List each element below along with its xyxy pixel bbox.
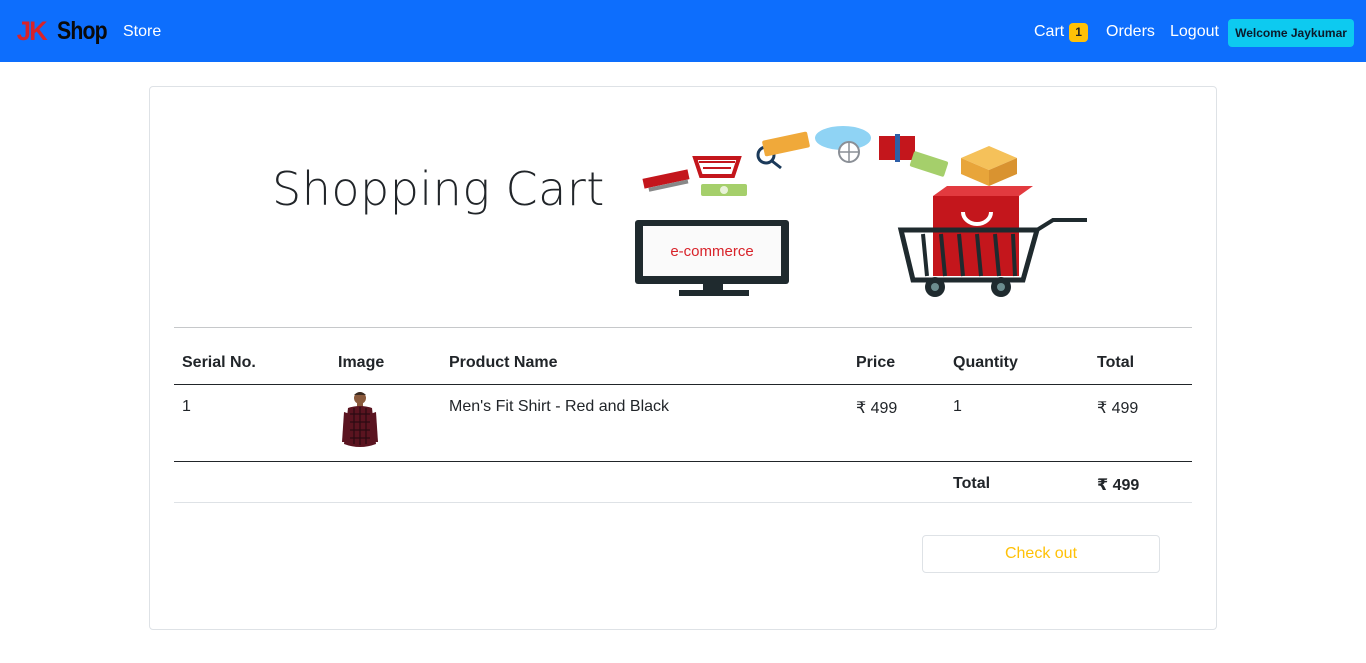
header-serial: Serial No. [182,354,256,371]
footer-total-label: Total [953,475,991,492]
brand-shop: Shop [56,16,108,45]
row-product-name: Men's Fit Shirt - Red and Black [449,398,670,415]
row-serial: 1 [182,398,191,415]
row-total: ₹ 499 [1097,400,1139,417]
nav-cart-label: Cart [1034,23,1065,40]
row-quantity: 1 [953,398,962,415]
brand-jk: JK [16,15,48,46]
flying-items-icon [642,126,1017,196]
row-divider [174,461,1192,462]
shopping-cart-icon [897,186,1087,297]
header-price: Price [856,354,896,371]
nav-orders-link[interactable]: Orders [1106,20,1155,44]
header-total: Total [1097,354,1135,371]
nav-store-link[interactable]: Store [123,20,161,44]
monitor-screen-text: e-commerce [670,243,753,260]
brand-logo[interactable]: JK Shop [16,15,115,47]
ecommerce-hero-illustration: e-commerce [635,126,1087,297]
monitor-icon: e-commerce [635,220,789,296]
footer-total-amount: ₹ 499 [1097,477,1140,494]
cart-count-badge: 1 [1069,22,1088,42]
checkout-button[interactable]: Check out [922,535,1160,573]
page-title: Shopping Cart [272,162,605,216]
product-thumbnail-icon[interactable] [340,390,380,454]
header-quantity: Quantity [953,354,1018,371]
footer-divider [174,502,1192,503]
row-price: ₹ 499 [856,400,898,417]
nav-logout-link[interactable]: Logout [1170,20,1219,44]
header-divider [174,384,1192,385]
title-divider [174,327,1192,328]
top-navbar: JK Shop Store Cart 1 Orders Logout Welco… [0,0,1366,62]
nav-cart-link[interactable]: Cart 1 [1034,20,1088,44]
cart-card: Shopping Cart e-commerce Serial No. Imag… [149,86,1217,630]
header-product-name: Product Name [449,354,558,371]
header-image: Image [338,354,385,371]
welcome-user-button[interactable]: Welcome Jaykumar [1228,19,1354,47]
